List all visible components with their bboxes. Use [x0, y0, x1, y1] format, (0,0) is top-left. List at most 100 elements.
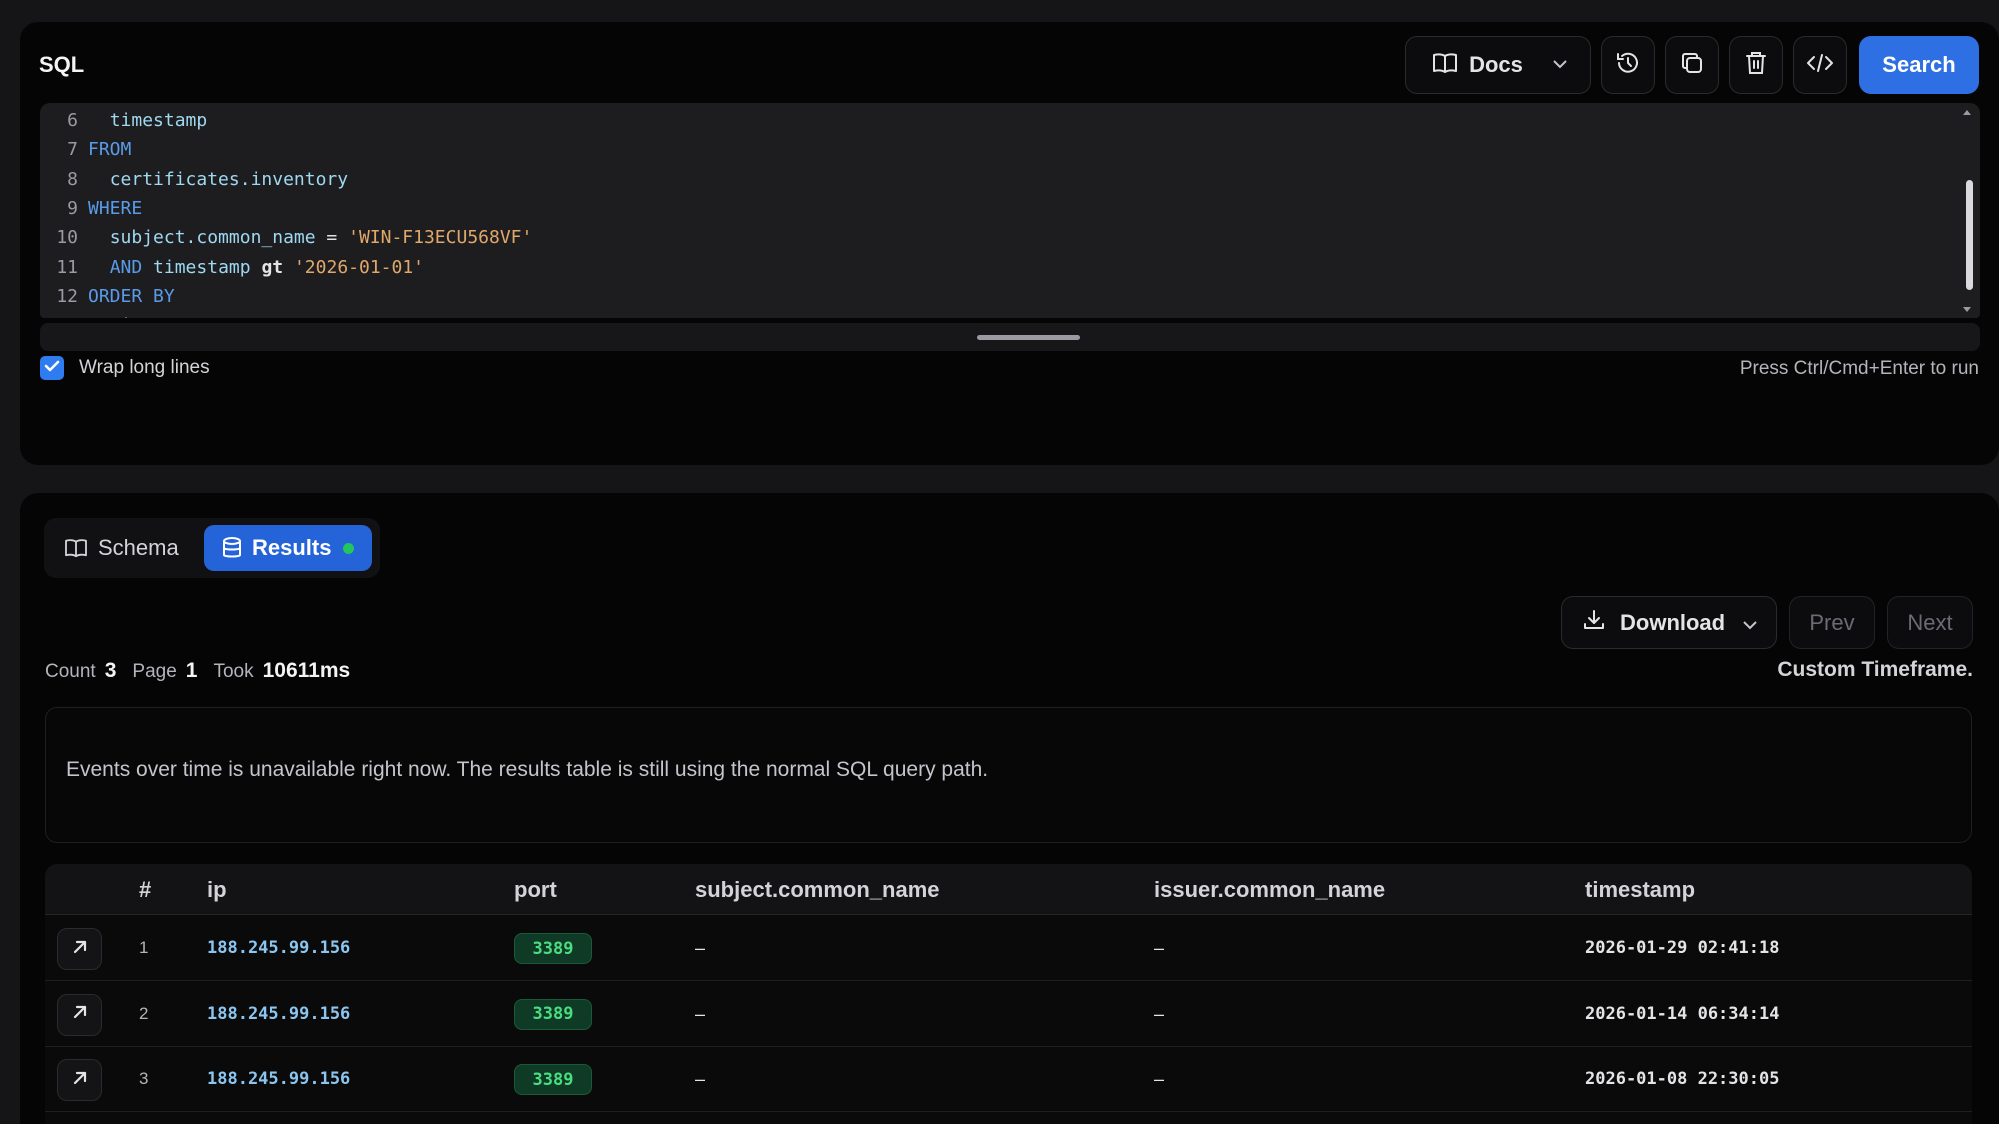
wrap-lines-label: Wrap long lines — [79, 357, 210, 378]
took-label: Took — [213, 661, 254, 682]
database-icon — [222, 537, 242, 559]
sql-editor[interactable]: 6 timestamp 7 FROM 8 certificates.inventory… — [40, 103, 1980, 318]
copy-button[interactable] — [1665, 36, 1719, 94]
cell-subject: – — [695, 938, 706, 958]
chevron-down-icon — [1552, 56, 1568, 74]
sql-title: SQL — [39, 52, 85, 77]
column-header-port: port — [514, 877, 557, 902]
page-label: Page — [132, 661, 177, 682]
arrow-up-right-icon — [71, 938, 89, 961]
code-line[interactable]: 12 ORDER BY — [40, 282, 175, 311]
tab-schema[interactable]: Schema — [64, 525, 179, 571]
cell-issuer: – — [1154, 1003, 1165, 1024]
next-page-button[interactable]: Next — [1887, 596, 1973, 649]
code-text: ORDER BY — [88, 286, 175, 307]
code-line[interactable]: 7 FROM — [40, 135, 131, 164]
table-row[interactable]: 3 188.245.99.156 3389 – – 2026-01-08 22:30:05 — [45, 1047, 1972, 1112]
port-badge: 3389 — [514, 1064, 592, 1095]
code-line[interactable]: 6 timestamp — [40, 106, 207, 135]
open-row-button[interactable] — [57, 993, 102, 1036]
cell-num: 3 — [139, 1069, 149, 1088]
code-token: 'WIN-F13ECU568VF' — [348, 227, 533, 249]
cell-issuer: – — [1154, 1069, 1165, 1089]
count-label: Count — [45, 661, 96, 682]
history-icon — [1615, 50, 1641, 81]
scroll-up-arrow-icon[interactable] — [1963, 110, 1971, 115]
results-actions: Download Prev Next — [1561, 596, 1973, 649]
scroll-down-arrow-icon[interactable] — [1963, 307, 1971, 312]
table-row[interactable]: 1 188.245.99.156 3389 – – 2026-01-29 02:41:18 — [45, 916, 1972, 981]
code-token: certificates.inventory — [109, 168, 349, 190]
code-token: gt — [261, 256, 284, 278]
tab-results-label: Results — [252, 535, 332, 560]
check-icon — [44, 359, 60, 378]
resize-handle[interactable] — [977, 335, 1080, 340]
cell-ip[interactable]: 188.245.99.156 — [207, 1004, 350, 1024]
column-header-timestamp: timestamp — [1585, 877, 1696, 902]
view-tabs: Schema Results — [44, 518, 380, 578]
sql-panel: SQL Docs Search 6 timestamp 7 FROM 8 cer… — [20, 22, 1999, 465]
cell-ip[interactable]: 188.245.99.156 — [207, 938, 350, 958]
line-number: 10 — [56, 227, 78, 249]
events-notice-text: Events over time is unavailable right no… — [66, 758, 989, 781]
arrow-up-right-icon — [71, 1069, 89, 1092]
cell-subject: – — [695, 1003, 706, 1024]
page-value: 1 — [185, 659, 198, 682]
search-button[interactable]: Search — [1859, 36, 1979, 94]
timeframe-label: Custom Timeframe. — [1777, 658, 1973, 681]
code-line[interactable]: 10 subject.common_name = 'WIN-F13ECU568V… — [40, 223, 532, 252]
prev-page-button[interactable]: Prev — [1789, 596, 1875, 649]
open-row-button[interactable] — [57, 928, 102, 970]
cell-timestamp: 2026-01-08 22:30:05 — [1585, 1069, 1780, 1089]
code-line[interactable]: 8 certificates.inventory — [40, 165, 348, 194]
code-text: subject.common_name = 'WIN-F13ECU568VF' — [88, 227, 533, 249]
editor-scrollbar[interactable] — [1963, 103, 1978, 318]
arrow-up-right-icon — [71, 1003, 89, 1026]
scroll-thumb[interactable] — [1966, 180, 1973, 290]
code-line[interactable]: 13 timestamp DESC — [40, 311, 261, 318]
code-text: certificates.inventory — [88, 169, 348, 190]
book-icon — [1432, 52, 1458, 79]
cell-ip[interactable]: 188.245.99.156 — [207, 1069, 350, 1089]
code-line[interactable]: 9 WHERE — [40, 194, 142, 223]
line-number: 9 — [67, 197, 78, 219]
code-token: timestamp — [153, 256, 251, 278]
wrap-lines-checkbox[interactable] — [40, 356, 64, 380]
download-icon — [1582, 608, 1606, 638]
column-header-subject: subject.common_name — [695, 877, 940, 902]
cell-timestamp: 2026-01-29 02:41:18 — [1585, 938, 1780, 958]
tab-results[interactable]: Results — [204, 525, 372, 571]
trash-icon — [1744, 50, 1768, 81]
code-view-button[interactable] — [1793, 36, 1847, 94]
code-token: WHERE — [88, 197, 143, 219]
chevron-down-icon — [1742, 610, 1758, 636]
cell-subject: – — [695, 1069, 706, 1089]
table-row[interactable]: 2 188.245.99.156 3389 – – 2026-01-14 06:34:14 — [45, 982, 1972, 1047]
code-line[interactable]: 11 AND timestamp gt '2026-01-01' — [40, 253, 424, 282]
wrap-lines-toggle[interactable]: Wrap long lines — [40, 356, 210, 380]
delete-button[interactable] — [1729, 36, 1783, 94]
events-notice: Events over time is unavailable right no… — [45, 707, 1972, 843]
code-text: WHERE — [88, 198, 142, 219]
table-header: # ip port subject.common_name issuer.com… — [45, 864, 1972, 915]
line-number: 13 — [40, 315, 78, 318]
line-number: 7 — [67, 139, 78, 161]
history-button[interactable] — [1601, 36, 1655, 94]
code-token: '2026-01-01' — [293, 256, 425, 278]
code-token: AND — [109, 256, 143, 278]
results-table: # ip port subject.common_name issuer.com… — [45, 864, 1972, 1124]
editor-resize-bar[interactable] — [40, 323, 1980, 351]
cell-num: 1 — [139, 938, 149, 957]
count-value: 3 — [104, 659, 117, 682]
docs-button[interactable]: Docs — [1405, 36, 1591, 94]
download-button[interactable]: Download — [1561, 596, 1777, 649]
open-row-button[interactable] — [57, 1059, 102, 1101]
line-number: 11 — [56, 256, 78, 278]
